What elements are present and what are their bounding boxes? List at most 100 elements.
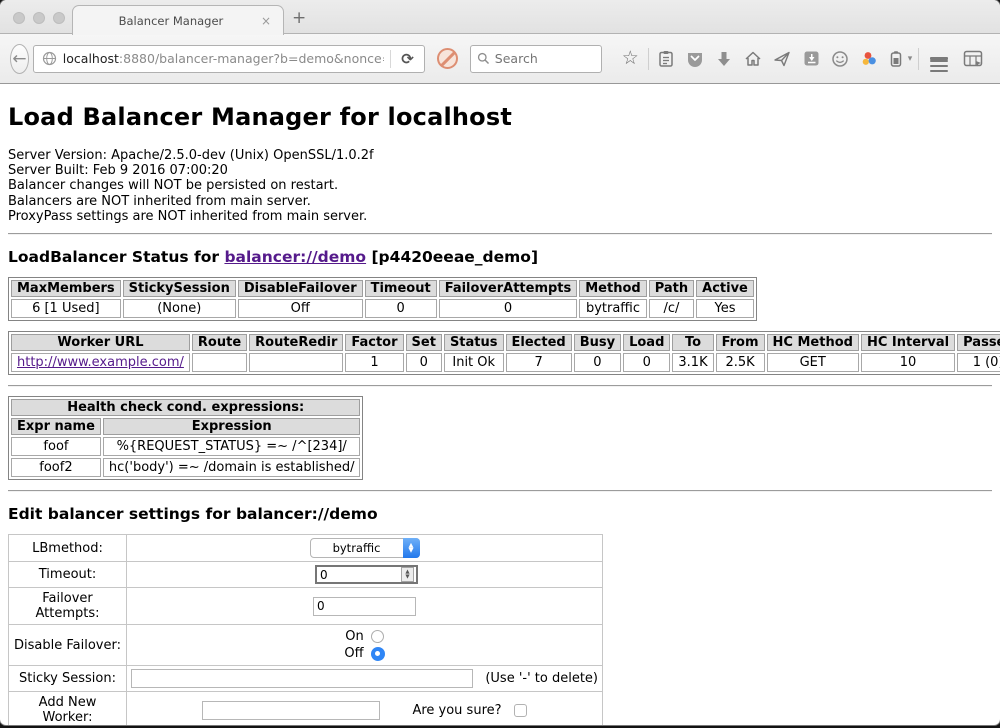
col-elected: Elected bbox=[506, 334, 572, 351]
feedback-smiley-icon[interactable] bbox=[826, 50, 855, 68]
cell-expression: hc('body') =~ /domain is established/ bbox=[103, 458, 361, 477]
worker-table: Worker URL Route RouteRedir Factor Set S… bbox=[8, 331, 1000, 375]
tab-close-icon[interactable]: × bbox=[259, 14, 273, 28]
cell-hc-method: GET bbox=[767, 353, 859, 372]
col-failoverattempts: FailoverAttempts bbox=[439, 280, 578, 297]
worker-url-link[interactable]: http://www.example.com/ bbox=[17, 355, 184, 370]
disable-failover-label: Disable Failover: bbox=[9, 625, 127, 666]
col-method: Method bbox=[579, 280, 646, 297]
col-passes: Passes bbox=[957, 334, 1000, 351]
cell-load: 0 bbox=[623, 353, 670, 372]
table-row: foof %{REQUEST_STATUS} =~ /^[234]/ bbox=[11, 437, 360, 456]
tab-title: Balancer Manager bbox=[83, 14, 259, 28]
col-expression: Expression bbox=[103, 418, 361, 435]
table-header-row: Worker URL Route RouteRedir Factor Set S… bbox=[11, 334, 1000, 351]
page-content: Load Balancer Manager for localhost Serv… bbox=[0, 84, 1000, 725]
add-worker-label: Add New Worker: bbox=[9, 692, 127, 725]
health-table-title: Health check cond. expressions: bbox=[11, 399, 360, 416]
confirm-label: Are you sure? bbox=[412, 703, 501, 718]
table-header-row: Expr name Expression bbox=[11, 418, 360, 435]
add-worker-input[interactable] bbox=[202, 701, 380, 720]
col-active: Active bbox=[696, 280, 754, 297]
col-from: From bbox=[716, 334, 765, 351]
radio-on[interactable] bbox=[371, 630, 384, 643]
downloads-icon[interactable] bbox=[710, 51, 739, 67]
cell-route bbox=[192, 353, 247, 372]
battery-extension-icon[interactable] bbox=[884, 50, 908, 68]
cell-from: 2.5K bbox=[716, 353, 765, 372]
cell-status: Init Ok bbox=[444, 353, 504, 372]
radio-off[interactable] bbox=[371, 647, 385, 661]
col-status: Status bbox=[444, 334, 504, 351]
save-to-device-icon[interactable] bbox=[797, 50, 826, 67]
cell-passes: 1 (0) bbox=[957, 353, 1000, 372]
url-text: localhost:8880/balancer-manager?b=demo&n… bbox=[63, 51, 384, 66]
globe-icon bbox=[42, 51, 57, 66]
url-host: localhost bbox=[63, 51, 119, 66]
tab-bar: Balancer Manager × + bbox=[0, 0, 1000, 34]
col-busy: Busy bbox=[574, 334, 621, 351]
close-window-button[interactable] bbox=[13, 12, 25, 24]
tab-balancer-manager[interactable]: Balancer Manager × bbox=[72, 5, 284, 35]
page-title: Load Balancer Manager for localhost bbox=[8, 103, 992, 131]
color-dots-extension-icon[interactable] bbox=[855, 50, 884, 68]
tab-grid-icon[interactable] bbox=[956, 50, 990, 68]
table-header-row: MaxMembers StickySession DisableFailover… bbox=[11, 280, 754, 297]
edit-balancer-form: LBmethod: bytraffic ▲▼ Timeout: ▲▼ bbox=[8, 534, 603, 725]
search-input[interactable] bbox=[495, 51, 595, 66]
cell-disablefailover: Off bbox=[238, 299, 363, 318]
browser-window: Balancer Manager × + ← localhost:8880/ba… bbox=[0, 0, 1000, 725]
balancer-params-table: MaxMembers StickySession DisableFailover… bbox=[8, 277, 757, 321]
inherit-notice: Balancers are NOT inherited from main se… bbox=[8, 194, 992, 209]
col-hc-interval: HC Interval bbox=[861, 334, 955, 351]
lbmethod-select[interactable]: bytraffic ▲▼ bbox=[310, 538, 420, 558]
search-icon bbox=[477, 52, 490, 65]
col-route: Route bbox=[192, 334, 247, 351]
reading-list-icon[interactable] bbox=[652, 50, 681, 68]
reload-icon[interactable]: ⟳ bbox=[397, 50, 418, 68]
health-check-table: Health check cond. expressions: Expr nam… bbox=[8, 396, 363, 480]
cell-elected: 7 bbox=[506, 353, 572, 372]
lbmethod-label: LBmethod: bbox=[9, 535, 127, 562]
url-bar[interactable]: localhost:8880/balancer-manager?b=demo&n… bbox=[33, 45, 425, 73]
balancer-demo-link[interactable]: balancer://demo bbox=[224, 248, 366, 266]
table-row: foof2 hc('body') =~ /domain is establish… bbox=[11, 458, 360, 477]
form-row-add-worker: Add New Worker: Are you sure? bbox=[9, 692, 603, 725]
cell-to: 3.1K bbox=[672, 353, 713, 372]
form-row-failover-attempts: Failover Attempts: bbox=[9, 588, 603, 625]
col-stickysession: StickySession bbox=[123, 280, 236, 297]
new-tab-button[interactable]: + bbox=[292, 8, 306, 28]
send-plane-icon[interactable] bbox=[768, 50, 797, 68]
pocket-icon[interactable] bbox=[681, 50, 710, 68]
form-row-lbmethod: LBmethod: bytraffic ▲▼ bbox=[9, 535, 603, 562]
search-bar[interactable] bbox=[470, 45, 602, 73]
col-factor: Factor bbox=[345, 334, 403, 351]
zoom-window-button[interactable] bbox=[53, 12, 65, 24]
navigation-toolbar: ← localhost:8880/balancer-manager?b=demo… bbox=[0, 34, 1000, 84]
number-spinner-icon[interactable]: ▲▼ bbox=[401, 567, 414, 582]
sticky-session-input[interactable] bbox=[131, 669, 473, 688]
form-row-disable-failover: Disable Failover: On Off bbox=[9, 625, 603, 666]
overflow-caret-icon[interactable]: ▾ bbox=[908, 54, 915, 64]
cell-stickysession: (None) bbox=[123, 299, 236, 318]
bookmark-star-icon[interactable]: ☆ bbox=[616, 49, 645, 68]
menu-hamburger-icon[interactable] bbox=[922, 55, 956, 63]
failover-attempts-label: Failover Attempts: bbox=[9, 588, 127, 625]
divider bbox=[8, 490, 992, 492]
failover-attempts-input[interactable] bbox=[313, 597, 416, 616]
divider bbox=[8, 233, 992, 235]
proxypass-notice: ProxyPass settings are NOT inherited fro… bbox=[8, 209, 992, 224]
traffic-lights[interactable] bbox=[13, 12, 65, 24]
content-blocked-icon[interactable] bbox=[437, 48, 458, 69]
cell-hc-interval: 10 bbox=[861, 353, 955, 372]
url-path: :8880/balancer-manager?b=demo&nonce=decc… bbox=[119, 51, 384, 66]
confirm-checkbox[interactable] bbox=[514, 704, 527, 717]
col-expr-name: Expr name bbox=[11, 418, 101, 435]
form-row-sticky-session: Sticky Session: (Use '-' to delete) bbox=[9, 666, 603, 692]
cell-factor: 1 bbox=[345, 353, 403, 372]
back-button[interactable]: ← bbox=[10, 44, 29, 74]
home-icon[interactable] bbox=[739, 50, 768, 68]
minimize-window-button[interactable] bbox=[33, 12, 45, 24]
col-load: Load bbox=[623, 334, 670, 351]
divider bbox=[8, 385, 992, 387]
